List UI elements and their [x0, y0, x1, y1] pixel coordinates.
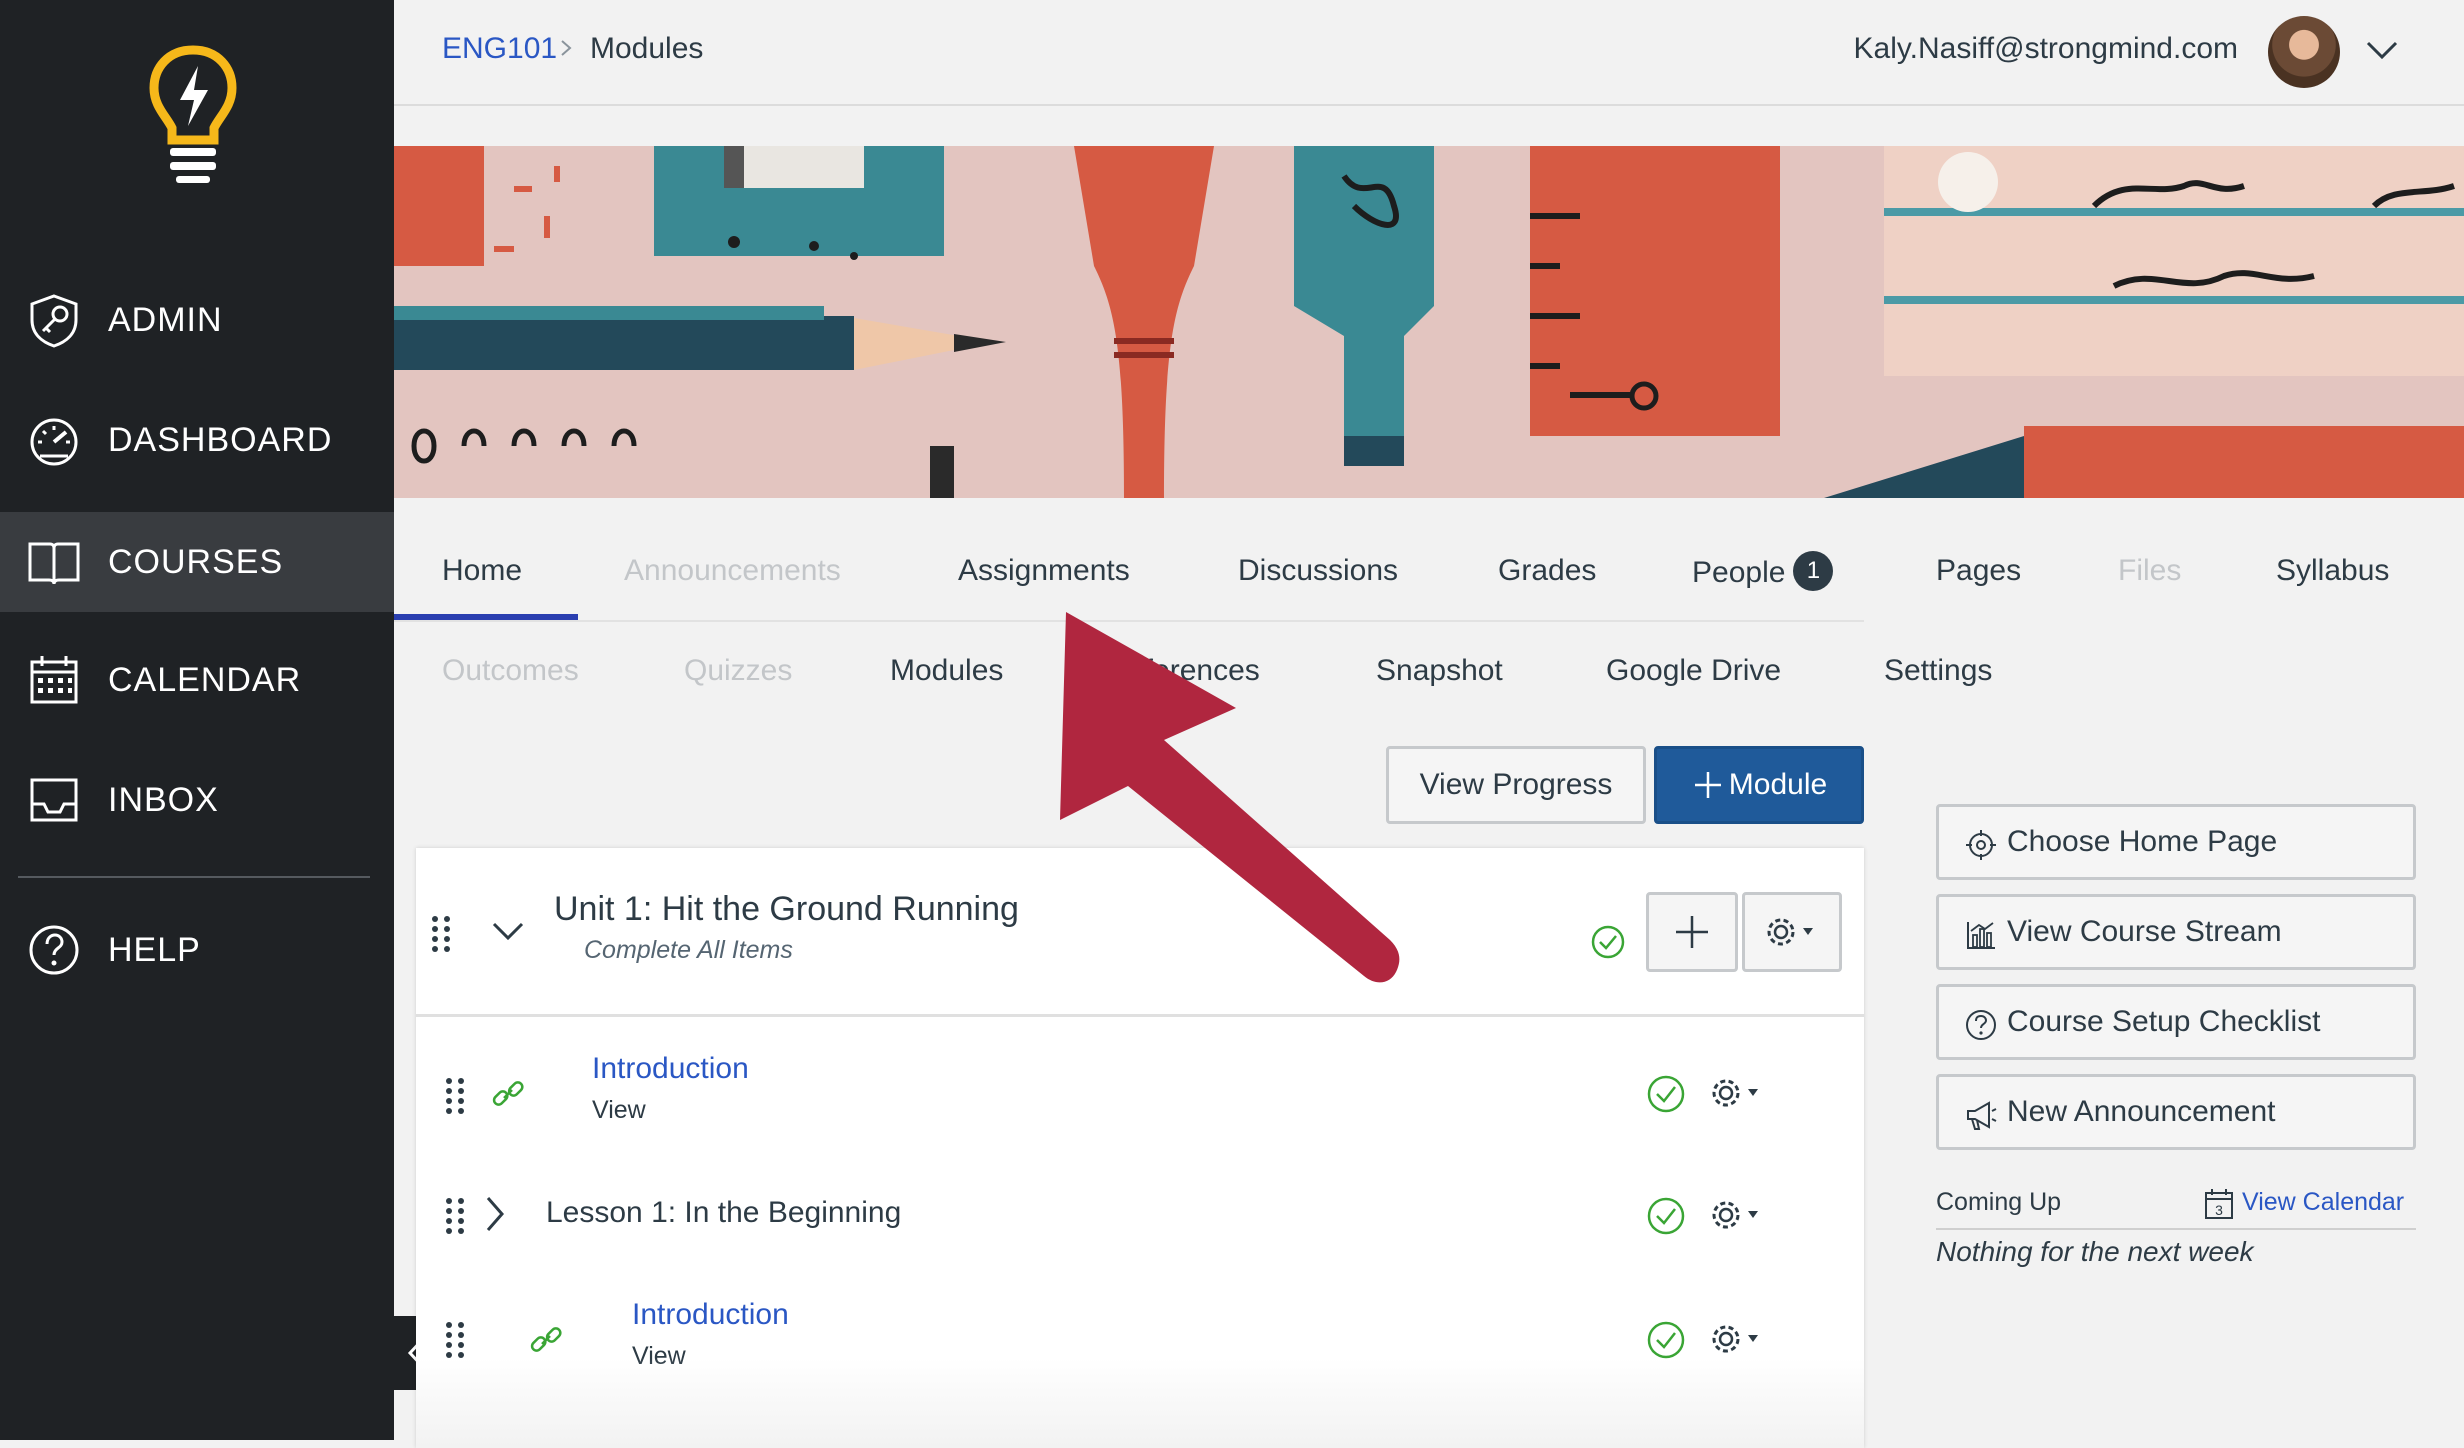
- nav-label: INBOX: [108, 780, 219, 819]
- megaphone-icon: [1967, 1101, 1997, 1130]
- button-label: Choose Home Page: [2007, 825, 2278, 858]
- tab-snapshot[interactable]: Snapshot: [1376, 654, 1503, 688]
- module-header-separator: [416, 1014, 1864, 1017]
- module-title: Unit 1: Hit the Ground Running: [554, 890, 1019, 928]
- lightbulb-bolt-icon[interactable]: [148, 44, 238, 184]
- bar-chart-icon: [1967, 922, 1995, 949]
- nav-item-calendar[interactable]: CALENDAR: [0, 630, 394, 730]
- course-setup-checklist-button[interactable]: Course Setup Checklist: [1936, 984, 2416, 1060]
- tab-quizzes[interactable]: Quizzes: [684, 654, 792, 688]
- chevron-right-icon[interactable]: [482, 1194, 508, 1234]
- module-requirement: Complete All Items: [584, 936, 793, 964]
- gear-icon[interactable]: [1710, 1198, 1764, 1232]
- tab-conferences[interactable]: nferences: [1128, 654, 1260, 688]
- course-banner-image: [394, 146, 2464, 498]
- nav-item-admin[interactable]: ADMIN: [0, 270, 394, 370]
- global-nav-sidebar: ADMIN DASHBOARD COURSES CALENDAR INBOX H…: [0, 0, 394, 1440]
- user-email[interactable]: Kaly.Nasiff@strongmind.com: [1854, 32, 2238, 66]
- check-circle-icon: [1647, 1075, 1685, 1113]
- item-title-link[interactable]: Introduction: [592, 1052, 749, 1086]
- plus-icon: [1676, 916, 1708, 948]
- user-avatar[interactable]: [2268, 16, 2340, 88]
- tab-announcements[interactable]: Announcements: [624, 554, 841, 588]
- add-module-button[interactable]: Module: [1654, 746, 1864, 824]
- tab-grades[interactable]: Grades: [1498, 554, 1596, 588]
- drag-handle-icon[interactable]: [430, 914, 452, 952]
- coming-up-empty-text: Nothing for the next week: [1936, 1236, 2254, 1267]
- scroll-fade: [416, 1358, 1864, 1448]
- coming-up-separator: [1936, 1228, 2416, 1230]
- tab-outcomes[interactable]: Outcomes: [442, 654, 579, 688]
- target-icon: [1966, 830, 1996, 860]
- drag-handle-icon[interactable]: [444, 1076, 466, 1114]
- tab-settings[interactable]: Settings: [1884, 654, 1992, 688]
- drag-handle-icon[interactable]: [444, 1320, 466, 1358]
- calendar-icon: 3: [2205, 1189, 2233, 1219]
- item-requirement: View: [592, 1096, 646, 1124]
- item-subheader: Lesson 1: In the Beginning: [546, 1196, 902, 1229]
- question-circle-icon: [29, 925, 79, 975]
- choose-home-page-button[interactable]: Choose Home Page: [1936, 804, 2416, 880]
- breadcrumb-course-link[interactable]: ENG101: [442, 32, 557, 66]
- check-circle-icon: [1647, 1197, 1685, 1235]
- inbox-tray-icon: [30, 778, 78, 822]
- shield-key-icon: [30, 294, 78, 348]
- view-calendar-link[interactable]: View Calendar: [2242, 1188, 2404, 1217]
- gear-icon: [1767, 918, 1813, 946]
- tab-assignments[interactable]: Assignments: [958, 554, 1130, 588]
- module-card: Unit 1: Hit the Ground Running Complete …: [416, 848, 1864, 1448]
- check-circle-icon: [1647, 1321, 1685, 1359]
- module-settings-button[interactable]: [1742, 892, 1842, 972]
- gear-icon[interactable]: [1710, 1076, 1764, 1110]
- link-icon: [492, 1081, 524, 1106]
- drag-handle-icon[interactable]: [444, 1196, 466, 1234]
- top-bar: ENG101 Modules Kaly.Nasiff@strongmind.co…: [394, 0, 2464, 106]
- nav-label: ADMIN: [108, 300, 223, 339]
- nav-label: HELP: [108, 930, 201, 969]
- plus-icon: [1694, 772, 1721, 798]
- new-announcement-button[interactable]: New Announcement: [1936, 1074, 2416, 1150]
- item-title-link[interactable]: Introduction: [632, 1298, 789, 1332]
- gear-icon[interactable]: [1710, 1322, 1764, 1356]
- nav-separator: [394, 620, 1864, 622]
- people-count-badge: 1: [1793, 551, 1834, 591]
- button-label: Course Setup Checklist: [2007, 1005, 2321, 1038]
- check-circle-icon: [1591, 925, 1625, 959]
- link-icon: [530, 1327, 562, 1352]
- coming-up-heading: Coming Up: [1936, 1188, 2062, 1216]
- nav-label: CALENDAR: [108, 660, 302, 699]
- tab-syllabus[interactable]: Syllabus: [2276, 554, 2389, 588]
- add-item-button[interactable]: [1646, 892, 1738, 972]
- add-module-label: Module: [1728, 768, 1828, 801]
- button-label: View Course Stream: [2007, 915, 2282, 948]
- nav-item-dashboard[interactable]: DASHBOARD: [0, 390, 394, 490]
- tab-pages[interactable]: Pages: [1936, 554, 2021, 588]
- chevron-down-icon[interactable]: [2364, 38, 2400, 62]
- open-book-icon: [28, 542, 80, 585]
- breadcrumb-current: Modules: [590, 32, 704, 65]
- view-course-stream-button[interactable]: View Course Stream: [1936, 894, 2416, 970]
- tab-people[interactable]: People 1: [1692, 551, 1834, 594]
- chevron-down-icon[interactable]: [490, 918, 526, 944]
- calendar-day-number: 3: [2215, 1202, 2223, 1218]
- button-label: New Announcement: [2007, 1095, 2276, 1128]
- tab-google-drive[interactable]: Google Drive: [1606, 654, 1781, 688]
- tab-home[interactable]: Home: [442, 554, 522, 588]
- speedometer-icon: [30, 418, 78, 466]
- nav-divider: [18, 876, 370, 878]
- tab-files[interactable]: Files: [2118, 554, 2181, 588]
- nav-item-inbox[interactable]: INBOX: [0, 750, 394, 850]
- nav-label: DASHBOARD: [108, 420, 333, 459]
- nav-item-courses[interactable]: COURSES: [0, 512, 394, 612]
- question-circle-icon: [1966, 1010, 1996, 1040]
- chevron-right-icon: [561, 40, 572, 56]
- tab-people-label: People: [1692, 555, 1786, 589]
- tab-modules[interactable]: Modules: [890, 654, 1003, 688]
- view-progress-button[interactable]: View Progress: [1386, 746, 1646, 824]
- nav-item-help[interactable]: HELP: [0, 900, 394, 1000]
- nav-label: COURSES: [108, 542, 284, 581]
- calendar-icon: [30, 656, 78, 704]
- tab-discussions[interactable]: Discussions: [1238, 554, 1398, 588]
